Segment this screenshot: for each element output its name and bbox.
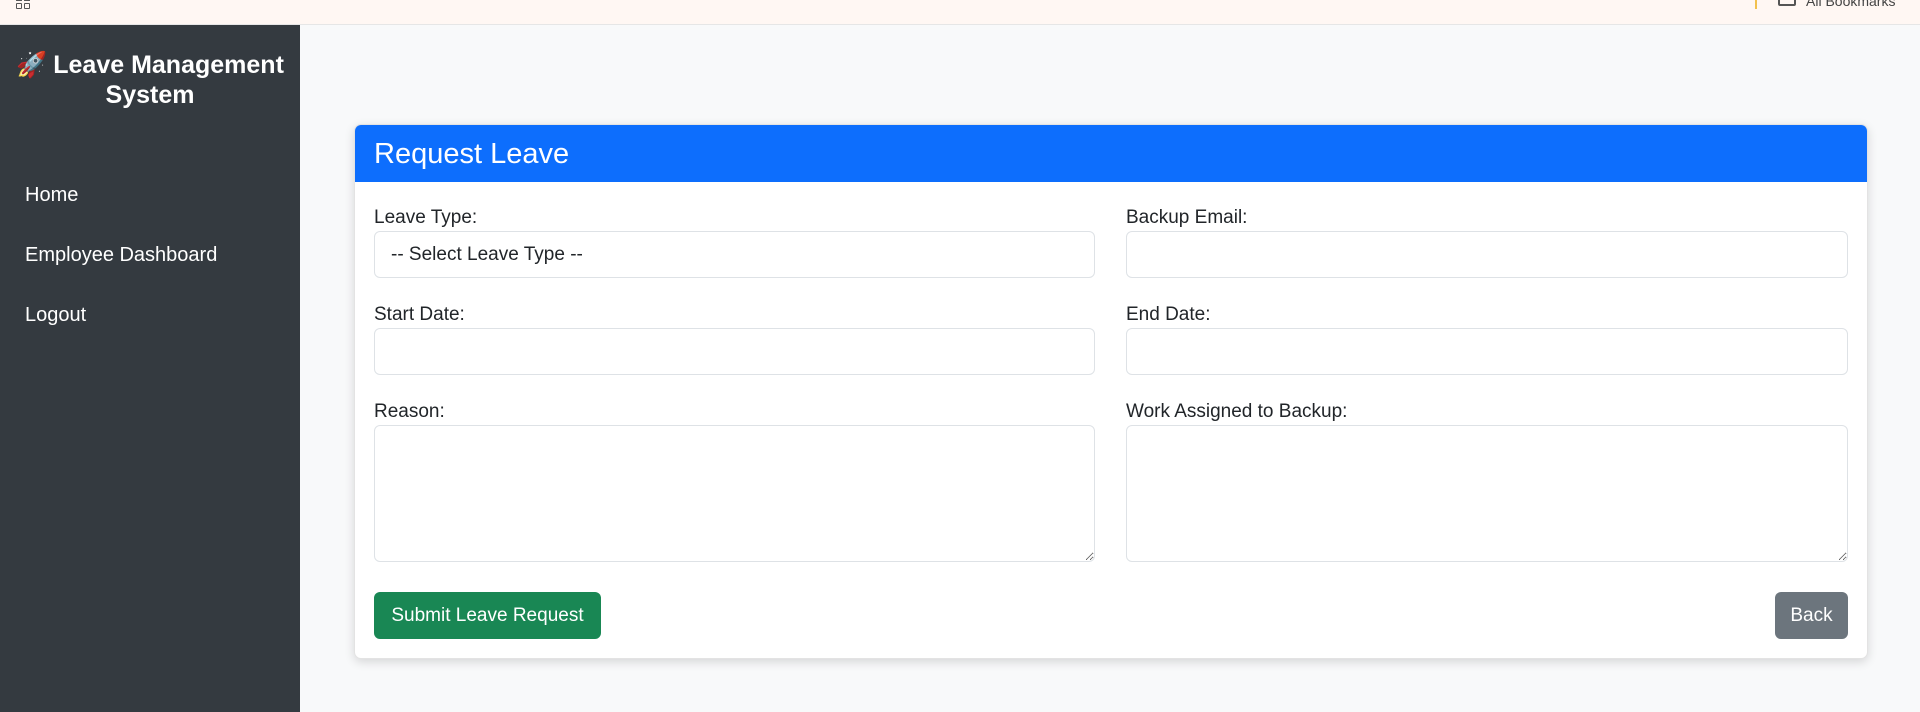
reason-label: Reason: bbox=[374, 401, 445, 422]
submit-leave-request-button[interactable]: Submit Leave Request bbox=[374, 592, 601, 639]
reason-textarea[interactable] bbox=[374, 425, 1095, 562]
sidebar-item-home[interactable]: Home bbox=[25, 165, 217, 225]
end-date-input[interactable] bbox=[1126, 328, 1848, 375]
rocket-icon: 🚀 bbox=[16, 51, 48, 79]
back-button[interactable]: Back bbox=[1775, 592, 1848, 639]
brand: 🚀 Leave Management System bbox=[0, 50, 300, 110]
all-bookmarks-link[interactable]: All Bookmarks bbox=[1806, 0, 1895, 9]
end-date-label: End Date: bbox=[1126, 304, 1211, 325]
backup-email-input[interactable] bbox=[1126, 231, 1848, 278]
bookmarks-bar: All Bookmarks bbox=[0, 0, 1920, 25]
leave-type-selected-value: -- Select Leave Type -- bbox=[391, 244, 583, 265]
sidebar-item-logout[interactable]: Logout bbox=[25, 285, 217, 345]
brand-title: Leave Management System bbox=[53, 51, 284, 109]
card-title: Request Leave bbox=[355, 125, 1867, 182]
backup-email-label: Backup Email: bbox=[1126, 207, 1248, 228]
sidebar: 🚀 Leave Management System Home Employee D… bbox=[0, 25, 300, 712]
apps-grid-icon[interactable] bbox=[16, 0, 32, 9]
start-date-label: Start Date: bbox=[374, 304, 465, 325]
work-assigned-label: Work Assigned to Backup: bbox=[1126, 401, 1348, 422]
request-leave-card: Request Leave Leave Type: -- Select Leav… bbox=[354, 124, 1868, 659]
sidebar-nav: Home Employee Dashboard Logout bbox=[25, 165, 217, 345]
bookmarks-divider bbox=[1755, 0, 1757, 9]
start-date-input[interactable] bbox=[374, 328, 1095, 375]
leave-type-label: Leave Type: bbox=[374, 207, 478, 228]
folder-icon[interactable] bbox=[1778, 0, 1796, 6]
leave-type-select[interactable]: -- Select Leave Type -- bbox=[374, 231, 1095, 278]
sidebar-item-employee-dashboard[interactable]: Employee Dashboard bbox=[25, 225, 217, 285]
work-assigned-textarea[interactable] bbox=[1126, 425, 1848, 562]
